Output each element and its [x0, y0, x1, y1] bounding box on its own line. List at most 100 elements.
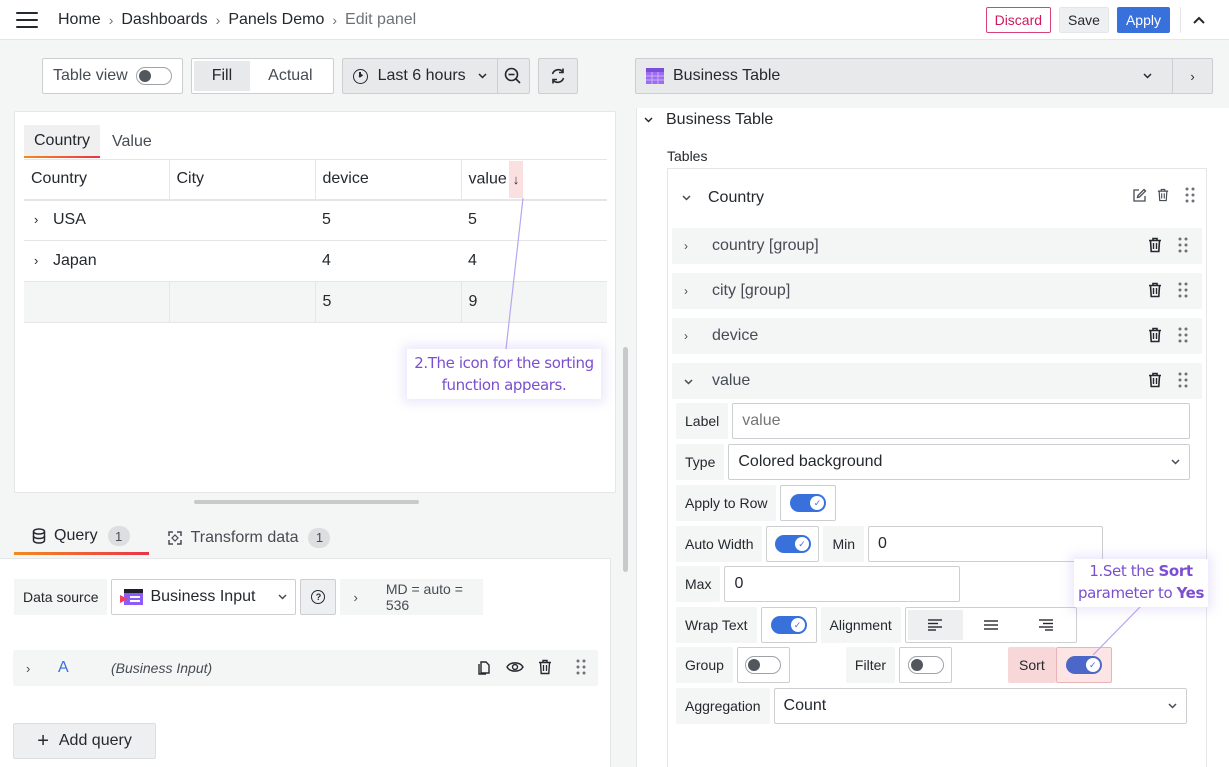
divider	[1180, 7, 1181, 33]
label-input[interactable]	[732, 403, 1191, 439]
align-left-icon	[928, 619, 943, 631]
wrap-text-toggle[interactable]: ✓	[760, 607, 817, 643]
table-group-header[interactable]: Country	[680, 187, 1195, 208]
column-item-city-group[interactable]: › city [group]	[672, 273, 1202, 309]
cell-city	[169, 200, 315, 241]
chevron-right-icon: ›	[332, 11, 338, 28]
fill-option[interactable]: Fill	[193, 61, 251, 91]
chevron-up-icon[interactable]	[1193, 16, 1219, 24]
expand-row-icon[interactable]: ›	[31, 253, 53, 268]
auto-width-toggle[interactable]: ✓	[766, 526, 820, 562]
cell-country-text: Japan	[53, 252, 97, 269]
help-icon: ?	[311, 590, 326, 604]
drag-handle-icon[interactable]	[576, 659, 586, 678]
column-item-value[interactable]: value	[672, 363, 1202, 399]
apply-button[interactable]: Apply	[1116, 7, 1170, 33]
data-source-picker[interactable]: Business Input	[111, 579, 297, 615]
sort-toggle[interactable]: ✓	[1055, 647, 1112, 683]
data-source-help-button[interactable]: ?	[300, 579, 337, 615]
column-header-country[interactable]: Country	[24, 159, 170, 200]
open-options-chevron-right-icon[interactable]: ›	[1172, 59, 1212, 93]
eye-icon[interactable]	[506, 660, 524, 677]
table-row[interactable]: › Japan 4 4	[24, 241, 607, 282]
query-datasource: (Business Input)	[111, 660, 213, 676]
trash-icon[interactable]	[1148, 282, 1162, 301]
callout-2-text: 2.The icon for the sorting function appe…	[414, 354, 594, 394]
query-options-button[interactable]: › MD = auto = 536	[340, 579, 484, 615]
refresh-button[interactable]	[537, 58, 578, 94]
column-header-device[interactable]: device	[315, 159, 462, 200]
tab-transform-data[interactable]: Transform data 1	[149, 520, 350, 555]
drag-handle-icon[interactable]	[1178, 372, 1188, 391]
type-label: Type	[676, 444, 725, 480]
tab-query-label: Query	[54, 527, 98, 544]
add-query-button[interactable]: + Add query	[13, 723, 156, 759]
type-select[interactable]: Colored background	[728, 444, 1191, 480]
tab-transform-label: Transform data	[190, 528, 299, 546]
drag-handle-icon[interactable]	[1185, 187, 1195, 208]
clock-icon	[352, 68, 368, 84]
zoom-out-button[interactable]	[496, 59, 529, 93]
discard-button[interactable]: Discard	[985, 7, 1052, 33]
vertical-scrollbar[interactable]	[623, 347, 628, 572]
drag-handle-icon[interactable]	[1178, 327, 1188, 346]
group-toggle[interactable]	[736, 647, 790, 683]
visualization-name: Business Table	[673, 67, 781, 84]
callout-1-prefix: 1.Set the	[1089, 562, 1159, 580]
sort-arrow-down-icon[interactable]: ↓	[508, 160, 524, 198]
align-right-button[interactable]	[1018, 610, 1073, 640]
breadcrumb-dashboards[interactable]: Dashboards	[121, 11, 207, 29]
column-item-country-group[interactable]: › country [group]	[672, 228, 1202, 264]
column-header-city[interactable]: City	[169, 159, 316, 200]
label-label: Label	[676, 403, 729, 439]
column-item-device[interactable]: › device	[672, 318, 1202, 354]
apply-to-row-field-row: Apply to Row ✓	[676, 485, 837, 521]
trash-icon[interactable]	[538, 659, 552, 678]
time-range-picker[interactable]: Last 6 hours	[343, 59, 497, 93]
refresh-icon	[551, 68, 564, 84]
edit-icon[interactable]	[1132, 188, 1147, 208]
trash-icon[interactable]	[1148, 237, 1162, 256]
min-input[interactable]: 0	[868, 526, 1104, 562]
trash-icon[interactable]	[1157, 188, 1169, 207]
aggregation-select[interactable]: Count	[773, 688, 1187, 724]
filter-toggle[interactable]	[899, 647, 953, 683]
expand-row-icon[interactable]: ›	[31, 212, 53, 227]
apply-to-row-toggle[interactable]: ✓	[780, 485, 837, 521]
align-right-icon	[1039, 619, 1054, 631]
duplicate-query-icon[interactable]	[476, 659, 492, 678]
breadcrumb-home[interactable]: Home	[58, 11, 101, 29]
actual-option[interactable]: Actual	[250, 61, 330, 91]
section-header-business-table[interactable]: Business Table	[644, 111, 773, 129]
visualization-picker[interactable]: Business Table ›	[635, 58, 1213, 94]
transform-icon	[167, 530, 183, 546]
table-row[interactable]: › USA 5 5	[24, 200, 607, 241]
drag-handle-icon[interactable]	[1178, 237, 1188, 256]
tab-query[interactable]: Query 1	[14, 520, 149, 555]
breadcrumb-panels-demo[interactable]: Panels Demo	[228, 11, 324, 29]
menu-icon[interactable]	[16, 11, 38, 28]
query-row[interactable]: › A (Business Input)	[13, 650, 598, 686]
panel-tab-country[interactable]: Country	[24, 125, 101, 158]
save-button[interactable]: Save	[1059, 7, 1109, 33]
panel-tab-value[interactable]: Value	[102, 125, 162, 158]
add-query-label: Add query	[58, 732, 132, 749]
max-input[interactable]: 0	[724, 566, 961, 602]
panel-resize-handle[interactable]	[194, 500, 419, 504]
panel-tabs: Country Value	[24, 125, 164, 158]
column-header-value[interactable]: value ↓	[461, 160, 607, 200]
annotation-callout-set-sort: 1.Set the Sort parameter to Yes	[1074, 559, 1208, 607]
group-filter-sort-row: Group Filter Sort ✓	[676, 647, 1112, 683]
chevron-right-icon[interactable]: ›	[26, 661, 48, 676]
chevron-down-icon	[1143, 70, 1152, 82]
query-name[interactable]: A	[58, 659, 111, 677]
data-source-label: Data source	[14, 579, 108, 615]
fill-actual-segmented: Fill Actual	[190, 58, 334, 94]
align-left-button[interactable]	[907, 610, 964, 640]
trash-icon[interactable]	[1148, 327, 1162, 346]
drag-handle-icon[interactable]	[1178, 282, 1188, 301]
table-view-toggle[interactable]	[135, 67, 172, 85]
column-header-value-label: value	[468, 170, 507, 188]
trash-icon[interactable]	[1148, 372, 1162, 391]
align-center-button[interactable]	[963, 610, 1018, 640]
